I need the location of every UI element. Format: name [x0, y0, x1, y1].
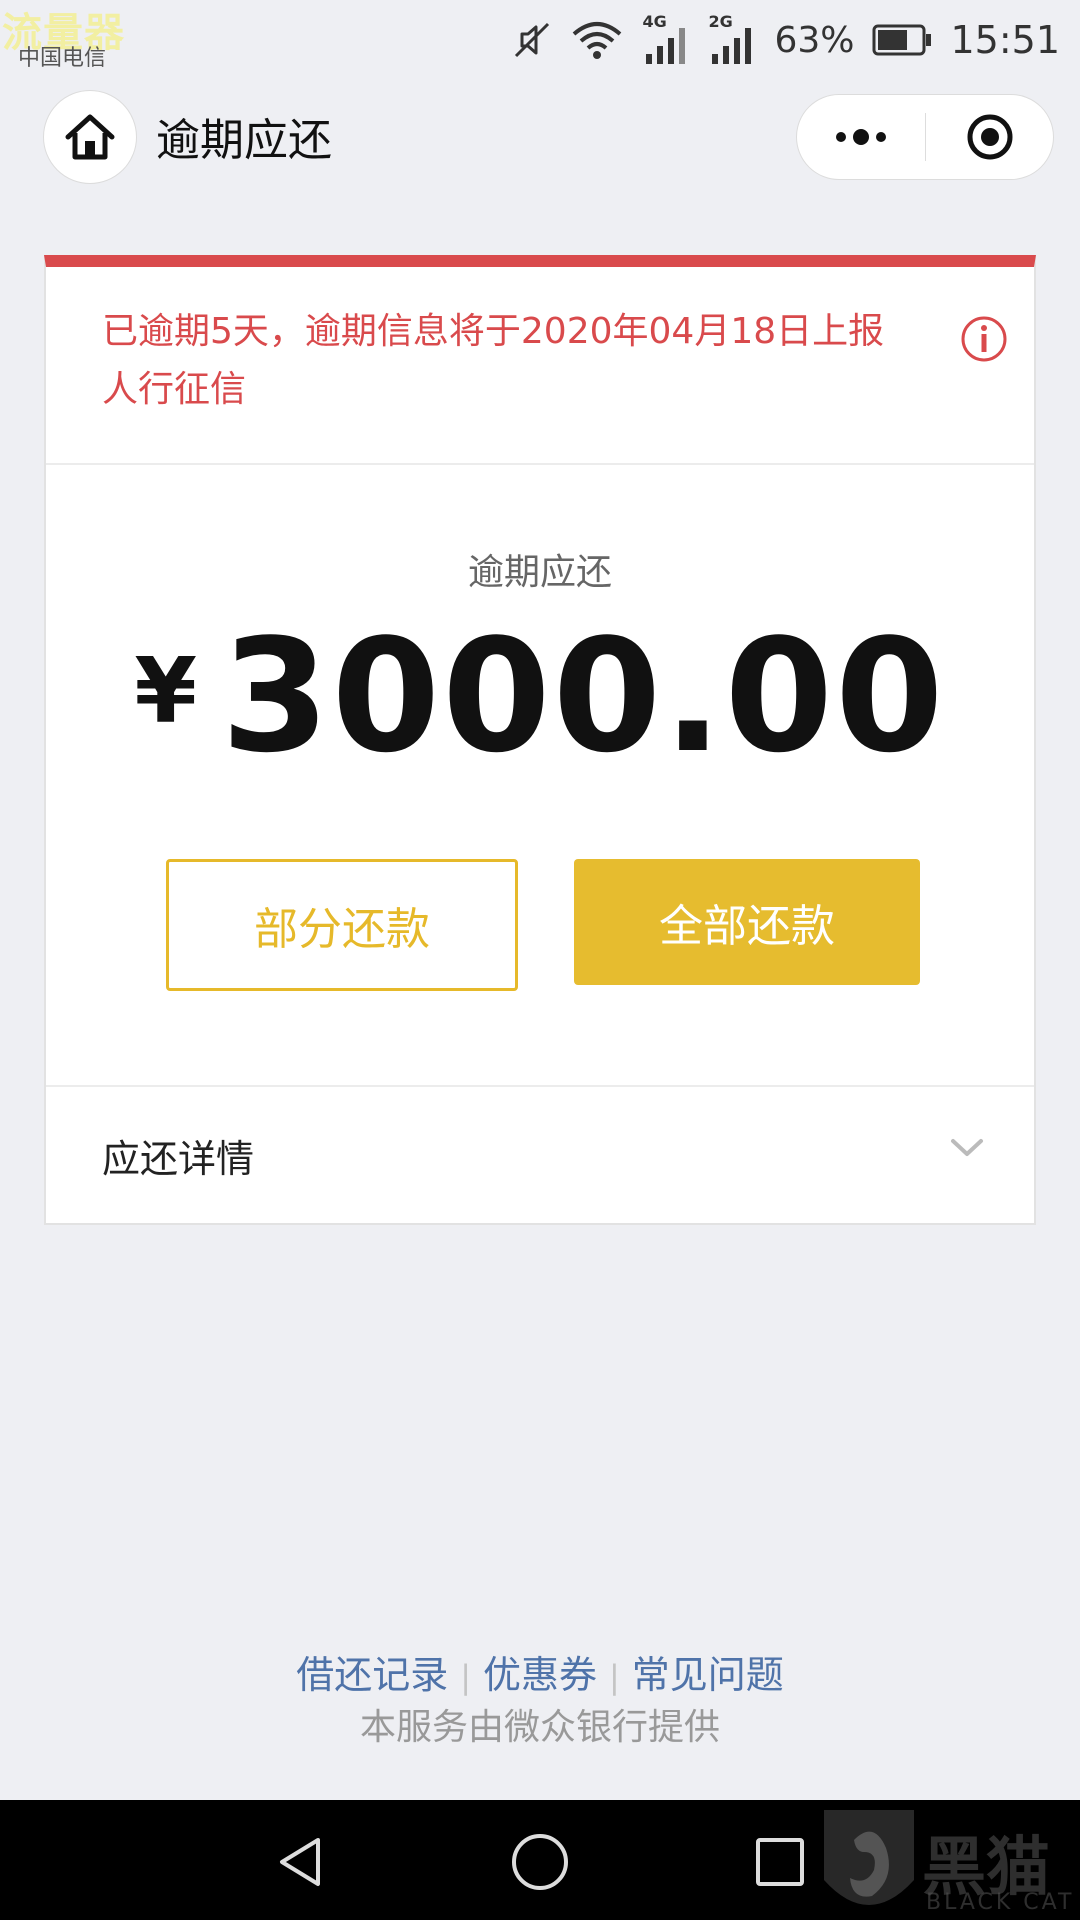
- recent-square-icon: [756, 1838, 804, 1886]
- black-cat-logo-icon: [824, 1810, 914, 1905]
- more-button[interactable]: [797, 95, 925, 179]
- watermark-subtext: BLACK CAT: [926, 1890, 1075, 1915]
- battery-percent: 63%: [774, 19, 855, 61]
- black-cat-watermark: 黑猫 BLACK CAT: [810, 1800, 1080, 1920]
- close-button[interactable]: [926, 95, 1053, 179]
- footer-separator: |: [460, 1658, 471, 1696]
- clock: 15:51: [950, 18, 1060, 62]
- recent-apps-button[interactable]: [748, 1830, 812, 1894]
- footer-link-records[interactable]: 借还记录: [296, 1653, 448, 1697]
- signal-2g: 2G: [708, 12, 756, 66]
- overdue-alert-text: 已逾期5天，逾期信息将于2020年04月18日上报人行征信: [102, 311, 885, 410]
- signal-4g: 4G: [642, 12, 690, 66]
- amount-row: ¥3000.00: [46, 605, 1034, 787]
- footer-link-coupons[interactable]: 优惠券: [483, 1653, 597, 1697]
- home-icon: [65, 114, 115, 160]
- home-circle-icon: [512, 1834, 568, 1890]
- info-icon[interactable]: [960, 315, 1008, 363]
- details-label: 应还详情: [102, 1136, 255, 1181]
- repayment-card: 已逾期5天，逾期信息将于2020年04月18日上报人行征信 逾期应还 ¥3000…: [44, 255, 1036, 1225]
- back-triangle-icon: [280, 1838, 320, 1886]
- amount-section: 逾期应还 ¥3000.00 部分还款 全部还款: [46, 465, 1034, 1087]
- android-nav-bar: 黑猫 BLACK CAT: [0, 1800, 1080, 1920]
- repayment-details-toggle[interactable]: 应还详情: [46, 1087, 1034, 1223]
- partial-repayment-button[interactable]: 部分还款: [166, 859, 518, 991]
- mute-icon: [515, 22, 550, 58]
- overdue-alert: 已逾期5天，逾期信息将于2020年04月18日上报人行征信: [46, 267, 1034, 465]
- provider-note: 本服务由微众银行提供: [359, 1707, 720, 1748]
- more-dots-icon: [836, 129, 886, 145]
- amount-value: 3000.00: [221, 605, 946, 787]
- footer-separator: |: [609, 1658, 620, 1696]
- status-icons: 4G 2G 63% 15:51: [512, 10, 1060, 70]
- navigation-header: 逾期应还: [0, 86, 1080, 196]
- signal-bars-icon: [712, 28, 752, 64]
- back-button[interactable]: [268, 1830, 332, 1894]
- footer-link-faq[interactable]: 常见问题: [632, 1653, 784, 1697]
- chevron-down-icon: [951, 1139, 983, 1156]
- amount-label: 逾期应还: [467, 552, 612, 593]
- wifi-icon: [573, 22, 622, 59]
- footer-links: 借还记录 | 优惠券 | 常见问题: [0, 1644, 1080, 1699]
- currency-symbol: ¥: [134, 639, 198, 744]
- carrier-label: 中国电信: [18, 46, 107, 71]
- nav-home-button[interactable]: [508, 1830, 572, 1894]
- signal-bars-icon: [646, 28, 686, 64]
- menu-capsule: [796, 94, 1054, 180]
- full-repayment-button[interactable]: 全部还款: [574, 859, 920, 985]
- carrier-area: 流量器 中国电信: [0, 0, 130, 80]
- home-button[interactable]: [43, 90, 137, 184]
- page-title: 逾期应还: [156, 115, 332, 166]
- close-target-icon: [967, 114, 1012, 160]
- status-bar: 流量器 中国电信 4G 2G 63% 15:51: [0, 0, 1080, 80]
- battery-icon: [872, 24, 932, 56]
